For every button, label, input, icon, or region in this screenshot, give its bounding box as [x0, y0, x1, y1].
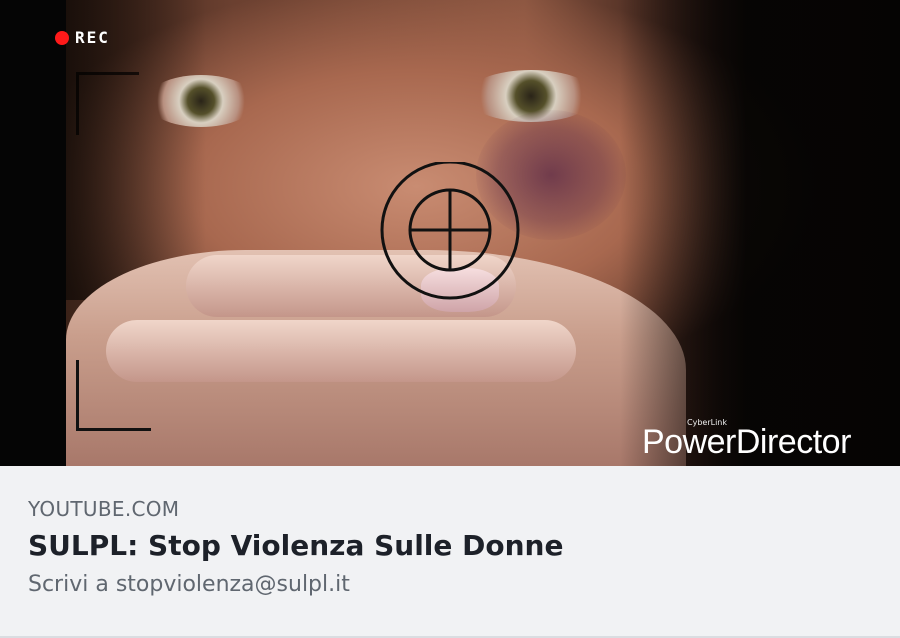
link-domain: YOUTUBE.COM: [28, 497, 180, 521]
record-dot-icon: [55, 30, 69, 45]
viewfinder-corner-bottom-left: [76, 360, 151, 431]
link-info-panel[interactable]: YOUTUBE.COM SULPL: Stop Violenza Sulle D…: [0, 466, 900, 638]
link-title[interactable]: SULPL: Stop Violenza Sulle Donne: [28, 528, 872, 564]
left-eye: [146, 75, 256, 127]
link-preview-card[interactable]: REC CyberLink PowerDirector YOUTUBE.COM …: [0, 0, 900, 638]
powerdirector-watermark: CyberLink PowerDirector: [642, 418, 851, 459]
watermark-brand: PowerDirector: [642, 423, 851, 461]
finger: [106, 320, 576, 382]
crosshair-icon: [380, 162, 520, 300]
viewfinder-corner-top-left: [76, 72, 139, 135]
rec-label: REC: [75, 28, 110, 47]
link-description: Scrivi a stopviolenza@sulpl.it: [28, 572, 350, 597]
watermark-cyberlink: CyberLink: [687, 418, 727, 427]
video-thumbnail[interactable]: REC CyberLink PowerDirector: [0, 0, 900, 466]
rec-indicator: REC: [55, 28, 110, 47]
